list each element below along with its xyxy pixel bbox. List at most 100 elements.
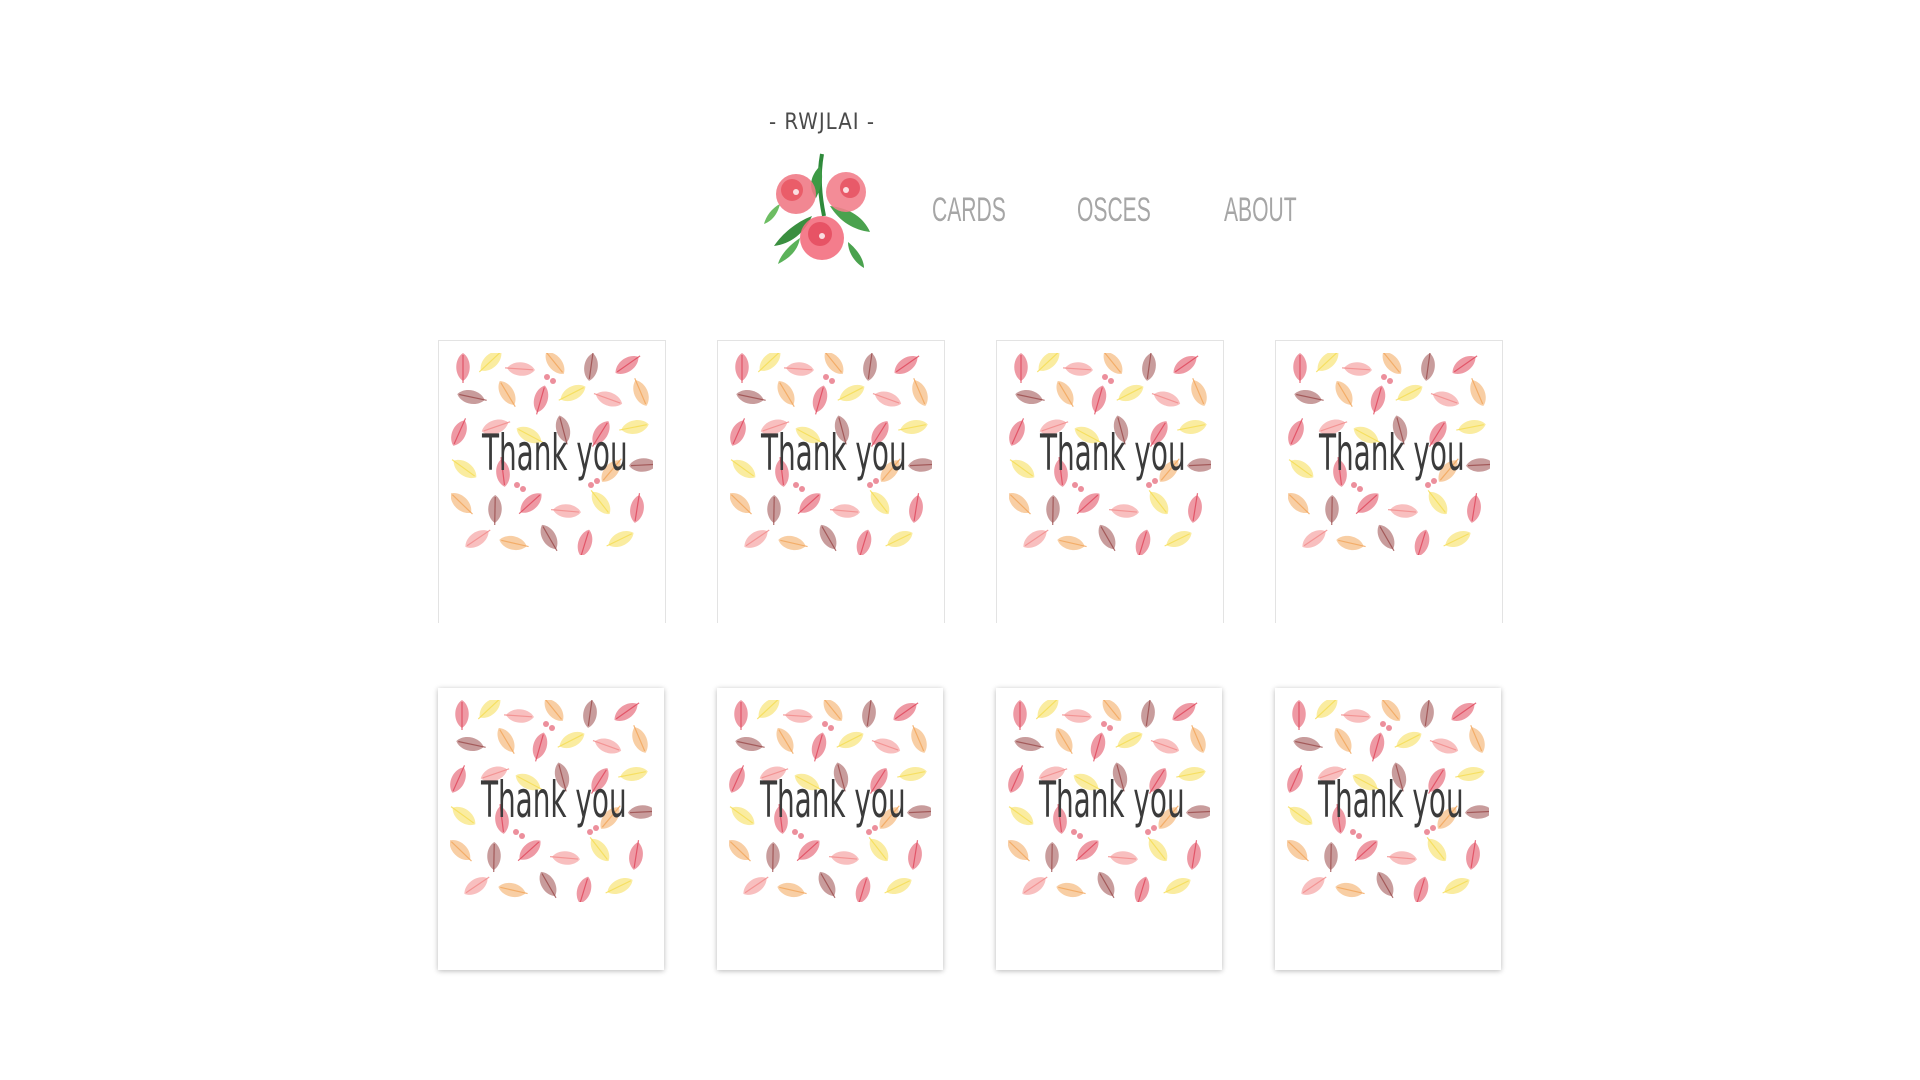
leaf-icon bbox=[464, 876, 490, 895]
leaf-icon bbox=[1354, 840, 1378, 862]
leaf-icon bbox=[1381, 353, 1402, 374]
card-item[interactable]: Thank you bbox=[996, 688, 1222, 970]
leaf-icon bbox=[629, 840, 643, 870]
leaf-icon bbox=[1288, 459, 1314, 479]
leaf-icon bbox=[1187, 840, 1201, 870]
card-caption: Thank you bbox=[481, 424, 628, 482]
leaf-icon bbox=[451, 418, 467, 446]
leaf-icon bbox=[863, 353, 877, 381]
leaf-icon bbox=[592, 738, 622, 754]
watercolor-flower-bouquet-icon bbox=[764, 153, 870, 268]
berry-icon bbox=[1145, 829, 1151, 835]
leaf-icon bbox=[1116, 384, 1144, 402]
leaf-icon bbox=[1098, 524, 1116, 552]
berry-icon bbox=[1078, 486, 1084, 492]
leaf-icon bbox=[729, 840, 751, 862]
leaf-icon bbox=[729, 806, 755, 826]
nav-item-osces[interactable]: OSCES bbox=[1077, 191, 1151, 230]
leaf-icon bbox=[730, 493, 752, 515]
leaf-icon bbox=[885, 530, 913, 548]
berry-icon bbox=[1357, 486, 1363, 492]
leaf-icon bbox=[869, 490, 890, 515]
leaf-icon bbox=[1076, 493, 1100, 515]
card-item[interactable]: Thank you bbox=[717, 340, 945, 623]
berry-icon bbox=[1424, 829, 1430, 835]
leaf-icon bbox=[1288, 493, 1310, 515]
leaf-icon bbox=[1414, 529, 1430, 555]
leaf-icon bbox=[1420, 700, 1434, 728]
berry-icon bbox=[1071, 829, 1077, 835]
leaf-icon bbox=[1150, 738, 1180, 754]
nav-item-about[interactable]: About bbox=[1224, 191, 1297, 230]
leaf-icon bbox=[498, 380, 516, 408]
leaf-icon bbox=[1302, 529, 1328, 548]
leaf-icon bbox=[1377, 524, 1395, 552]
card-item[interactable]: Thank you bbox=[996, 340, 1224, 623]
leaf-icon bbox=[1015, 389, 1045, 405]
leaf-icon bbox=[1134, 876, 1150, 902]
leaf-icon bbox=[1387, 851, 1417, 865]
berry-icon bbox=[822, 721, 828, 727]
leaf-icon bbox=[1190, 725, 1206, 753]
nav-item-cards[interactable]: Cards bbox=[932, 191, 1006, 230]
leaf-icon bbox=[778, 535, 808, 551]
card-item[interactable]: Thank you bbox=[1275, 688, 1501, 970]
leaf-icon bbox=[1045, 842, 1059, 873]
leaf-icon bbox=[477, 700, 501, 720]
leaf-icon bbox=[730, 459, 756, 479]
leaf-icon bbox=[1421, 353, 1435, 381]
leaf-icon bbox=[1430, 391, 1460, 407]
berry-icon bbox=[520, 486, 526, 492]
leaf-icon bbox=[1046, 495, 1060, 526]
leaf-icon bbox=[783, 362, 814, 376]
brand[interactable]: - RWJLAI - bbox=[756, 106, 888, 276]
leaf-icon bbox=[1141, 700, 1155, 728]
leaf-icon bbox=[872, 391, 902, 407]
leaf-icon bbox=[1014, 353, 1028, 383]
leaf-icon bbox=[1287, 806, 1313, 826]
card-item[interactable]: Thank you bbox=[1275, 340, 1503, 623]
leaf-icon bbox=[1013, 700, 1027, 730]
leaf-icon bbox=[730, 418, 746, 446]
leaf-icon bbox=[532, 732, 548, 762]
leaf-icon bbox=[908, 840, 922, 870]
leaf-icon bbox=[1370, 385, 1386, 415]
leaf-icon bbox=[734, 700, 748, 730]
berry-icon bbox=[519, 833, 525, 839]
leaf-icon bbox=[577, 529, 593, 555]
leaf-icon bbox=[1186, 805, 1210, 819]
leaf-icon bbox=[1293, 736, 1323, 752]
berry-icon bbox=[1146, 482, 1152, 488]
leaf-icon bbox=[450, 765, 466, 793]
berry-icon bbox=[1102, 374, 1108, 380]
leaf-icon bbox=[1173, 355, 1199, 374]
leaf-icon bbox=[1287, 840, 1309, 862]
leaf-icon bbox=[488, 495, 502, 526]
card-item[interactable]: Thank you bbox=[438, 688, 664, 970]
leaf-icon bbox=[1443, 530, 1471, 548]
leaf-icon bbox=[1335, 882, 1365, 898]
card-caption: Thank you bbox=[1039, 424, 1186, 482]
leaf-icon bbox=[1470, 378, 1486, 406]
leaf-icon bbox=[837, 384, 865, 402]
leaf-icon bbox=[451, 493, 473, 515]
leaf-icon bbox=[1097, 871, 1115, 899]
card-caption: Thank you bbox=[760, 424, 907, 482]
leaf-icon bbox=[1315, 353, 1339, 373]
leaf-icon bbox=[1341, 362, 1372, 376]
leaf-icon bbox=[455, 700, 469, 730]
leaf-icon bbox=[1090, 732, 1106, 762]
leaf-icon bbox=[1451, 702, 1477, 721]
leaf-icon bbox=[576, 876, 592, 902]
leaf-icon bbox=[1191, 378, 1207, 406]
leaf-icon bbox=[1057, 535, 1087, 551]
leaf-icon bbox=[540, 524, 558, 552]
leaf-icon bbox=[593, 391, 623, 407]
leaf-icon bbox=[558, 384, 586, 402]
berry-icon bbox=[867, 482, 873, 488]
leaf-icon bbox=[1091, 385, 1107, 415]
leaf-icon bbox=[450, 840, 472, 862]
card-item[interactable]: Thank you bbox=[717, 688, 943, 970]
berry-icon bbox=[1108, 378, 1114, 384]
card-item[interactable]: Thank you bbox=[438, 340, 666, 623]
